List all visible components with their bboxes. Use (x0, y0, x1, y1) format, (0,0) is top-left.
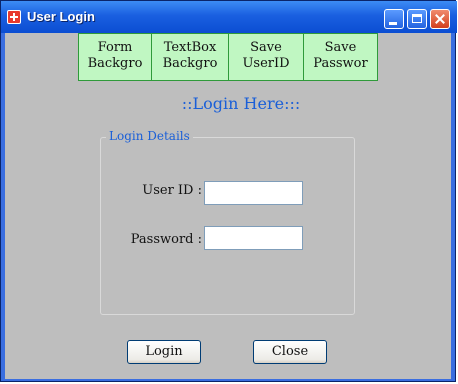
maximize-icon[interactable] (407, 9, 427, 29)
textbox-background-button[interactable]: TextBox Backgro (151, 33, 229, 81)
minimize-icon[interactable] (384, 9, 404, 29)
form-background-button[interactable]: Form Backgro (78, 33, 152, 81)
save-password-button[interactable]: Save Passwor (303, 33, 378, 81)
close-button[interactable]: Close (253, 340, 327, 364)
title-bar[interactable]: User Login (1, 1, 457, 33)
password-label: Password : (130, 232, 202, 247)
login-details-legend: Login Details (106, 129, 193, 143)
window-title: User Login (27, 9, 95, 24)
user-id-input[interactable] (204, 181, 303, 205)
user-id-label: User ID : (142, 183, 202, 198)
close-icon[interactable] (430, 9, 450, 29)
password-input[interactable] (204, 226, 303, 250)
login-button[interactable]: Login (127, 340, 201, 364)
save-userid-button[interactable]: Save UserID (228, 33, 304, 81)
app-icon[interactable] (7, 10, 21, 24)
login-heading: ::Login Here::: (181, 94, 301, 113)
